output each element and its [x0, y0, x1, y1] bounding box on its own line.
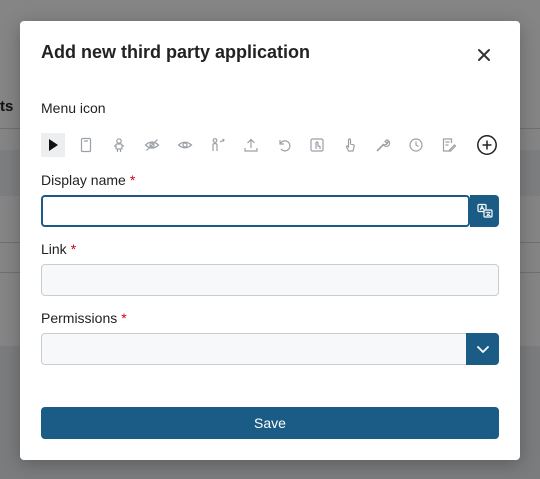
edit-document-icon	[442, 138, 457, 152]
icon-option-eye-off[interactable]	[140, 133, 164, 157]
translate-button[interactable]	[470, 195, 499, 227]
touch-screen-icon	[310, 138, 324, 152]
wrench-icon	[376, 139, 391, 152]
clock-icon	[409, 138, 423, 152]
translate-icon	[476, 203, 493, 218]
icon-option-touch-screen[interactable]	[305, 133, 329, 157]
undo-icon	[279, 140, 291, 152]
hand-pointer-icon	[345, 138, 355, 152]
display-name-label-text: Display name	[41, 172, 126, 188]
icon-option-eye[interactable]	[173, 133, 197, 157]
permissions-label-text: Permissions	[41, 310, 118, 326]
icon-option-person-arrow[interactable]	[206, 133, 230, 157]
display-name-input[interactable]	[41, 195, 470, 227]
file-icon	[80, 137, 92, 153]
save-button[interactable]: Save	[41, 407, 499, 439]
link-label: Link *	[41, 241, 76, 257]
permissions-dropdown-button[interactable]	[466, 333, 499, 365]
icon-option-edit-document[interactable]	[437, 133, 461, 157]
close-icon	[478, 49, 490, 61]
permissions-select[interactable]	[41, 333, 467, 365]
eye-icon	[177, 141, 193, 149]
icon-option-upload[interactable]	[239, 133, 263, 157]
robot-icon	[114, 138, 124, 152]
person-arrow-icon	[212, 138, 225, 151]
icon-option-hand-pointer[interactable]	[338, 133, 362, 157]
permissions-label: Permissions *	[41, 310, 127, 326]
required-indicator: *	[121, 310, 127, 326]
icon-option-play[interactable]	[41, 133, 65, 157]
required-indicator: *	[129, 172, 136, 188]
icon-option-robot[interactable]	[107, 133, 131, 157]
chevron-down-icon	[476, 346, 489, 353]
upload-icon	[244, 138, 258, 152]
icon-option-clock[interactable]	[404, 133, 428, 157]
icon-option-wrench[interactable]	[371, 133, 395, 157]
link-input[interactable]	[41, 264, 499, 296]
eye-off-icon	[144, 139, 160, 151]
menu-icon-picker	[41, 132, 501, 158]
add-circle-icon	[477, 135, 497, 155]
dialog-title: Add new third party application	[41, 42, 311, 62]
menu-icon-label: Menu icon	[41, 100, 106, 116]
display-name-label: Display name *	[41, 172, 135, 188]
close-button[interactable]	[472, 43, 496, 67]
play-icon	[49, 139, 58, 151]
icon-option-file[interactable]	[74, 133, 98, 157]
icon-option-undo[interactable]	[272, 133, 296, 157]
link-label-text: Link	[41, 241, 67, 257]
add-icon-button[interactable]	[475, 133, 499, 157]
required-indicator: *	[70, 241, 77, 257]
add-third-party-app-dialog: Add new third party application Menu ico…	[20, 21, 520, 460]
